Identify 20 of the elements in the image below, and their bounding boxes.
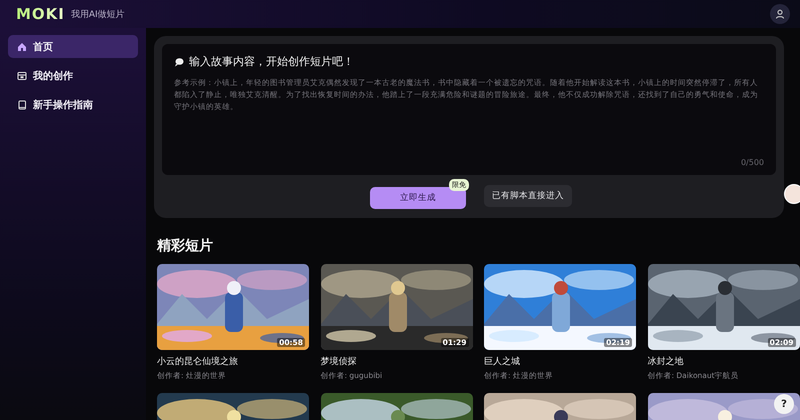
generate-button[interactable]: 立即生成 — [370, 187, 466, 209]
book-icon — [17, 100, 27, 110]
character-counter: 0/500 — [740, 158, 764, 167]
video-title: 冰封之地 — [648, 356, 684, 368]
user-button[interactable] — [770, 4, 790, 24]
editor-title: 输入故事内容，开始创作短片吧！ — [189, 54, 354, 69]
avatar[interactable] — [784, 184, 800, 204]
tagline: 我用AI做短片 — [70, 8, 125, 20]
video-title: 巨人之城 — [484, 356, 521, 368]
calendar-icon — [17, 70, 27, 80]
section-title: 精彩短片 — [157, 237, 214, 255]
sidebar-item[interactable]: 新手操作指南 — [8, 93, 138, 116]
video-title: 梦境侦探 — [320, 356, 358, 368]
script-entry-button[interactable]: 已有脚本直接进入 — [484, 185, 572, 207]
sidebar-item[interactable]: 首页 — [8, 35, 138, 58]
user-icon — [775, 9, 785, 19]
home-icon — [17, 42, 27, 52]
chat-bubble-icon — [174, 56, 184, 66]
video-title: 小云的昆仑仙境之旅 — [157, 356, 239, 368]
sidebar-item[interactable]: 我的创作 — [8, 64, 138, 87]
